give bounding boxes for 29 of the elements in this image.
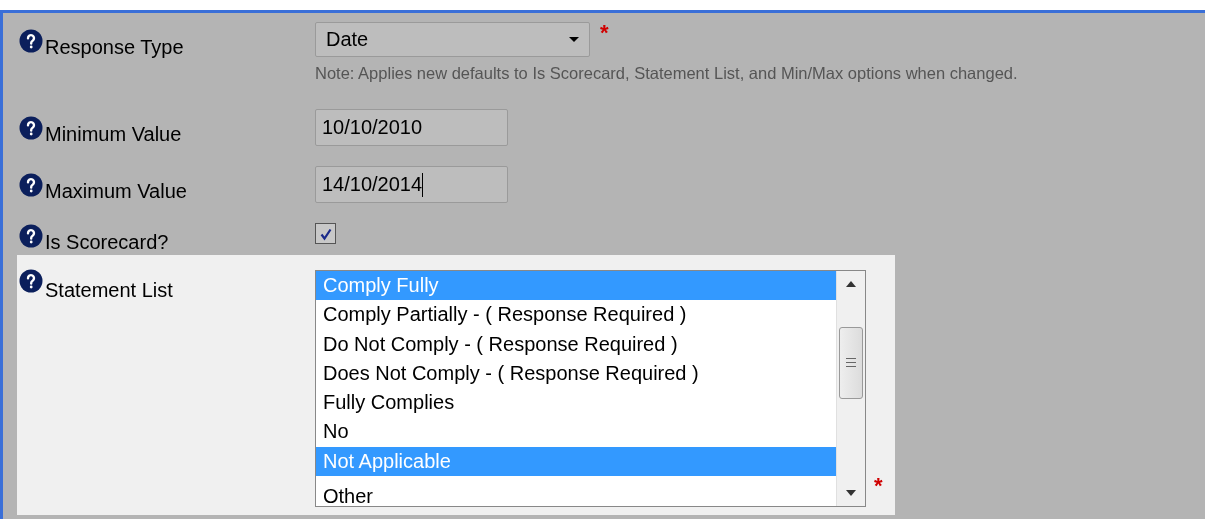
help-icon[interactable] (19, 116, 43, 140)
help-icon[interactable] (19, 29, 43, 53)
list-option[interactable]: Do Not Comply - ( Response Required ) (316, 329, 836, 359)
caret-icon (569, 37, 579, 42)
scrollbar-thumb[interactable] (839, 326, 863, 399)
required-asterisk: * (600, 22, 609, 44)
scroll-up-icon[interactable] (846, 281, 856, 287)
help-icon[interactable] (19, 173, 43, 197)
checkbox[interactable] (315, 223, 336, 244)
scrollbar[interactable] (836, 271, 865, 506)
field-label: Minimum Value (45, 123, 182, 146)
field-label: Response Type (45, 36, 184, 59)
list-option[interactable]: Does Not Comply - ( Response Required ) (316, 358, 836, 389)
help-icon[interactable] (19, 224, 43, 248)
field-label: Statement List (45, 279, 173, 302)
field-label: Maximum Value (45, 180, 187, 203)
list-option[interactable]: Other (316, 476, 836, 506)
list-option[interactable]: Comply Partially - ( Response Required ) (316, 300, 836, 330)
checkmark-icon (318, 226, 333, 241)
field-label: Is Scorecard? (45, 231, 169, 254)
help-icon[interactable] (19, 269, 43, 293)
response-type-dropdown[interactable]: Date (315, 22, 590, 57)
scroll-down-icon[interactable] (846, 490, 856, 496)
input-field[interactable]: 10/10/2010 (315, 109, 508, 146)
input-field[interactable]: 14/10/2014 (315, 166, 508, 203)
required-asterisk: * (874, 475, 883, 497)
note-text: Note: Applies new defaults to Is Scorecard, Statement List, and Min/Max options when changed. (315, 64, 1018, 83)
list-option[interactable]: Fully Complies (316, 388, 836, 418)
list-option[interactable]: No (316, 417, 836, 447)
